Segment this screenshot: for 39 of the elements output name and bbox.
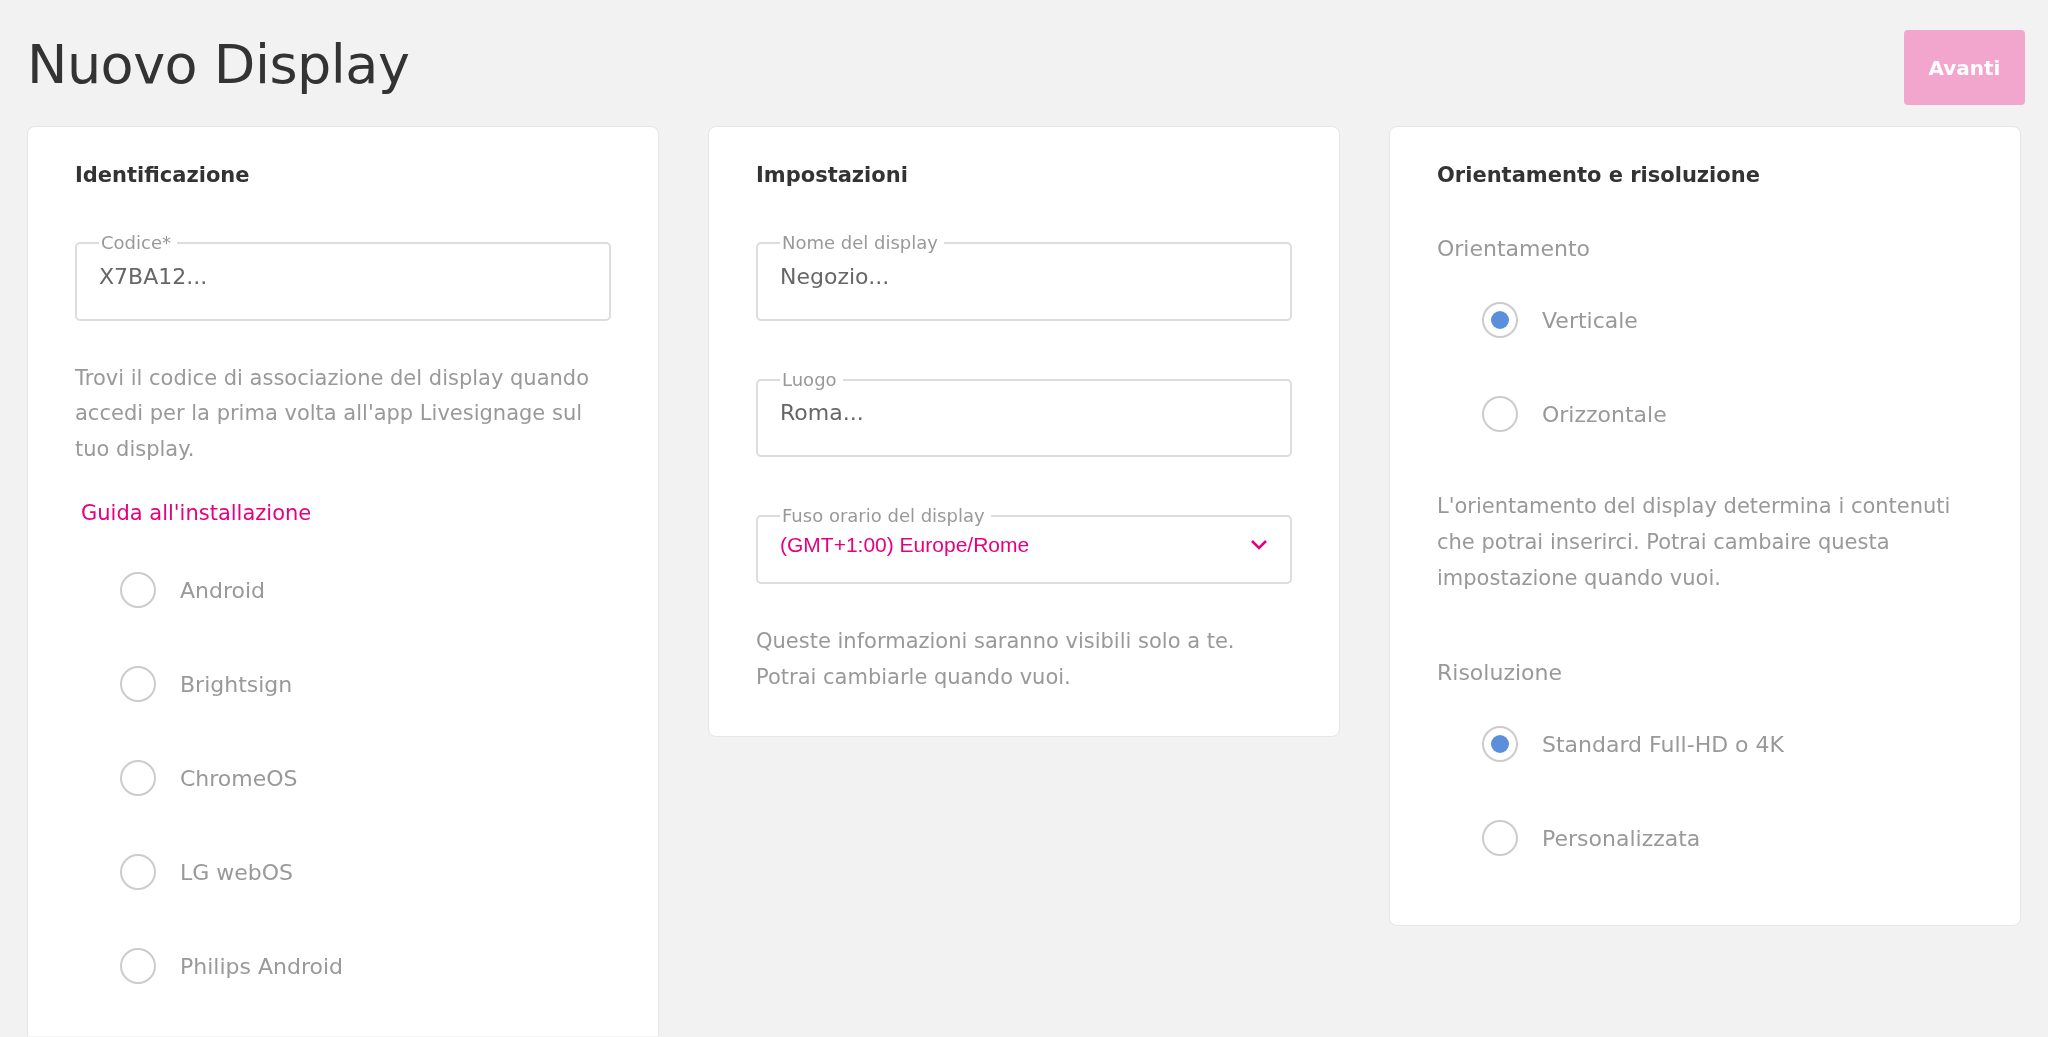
radio-button[interactable] (1482, 820, 1518, 857)
radio-button[interactable] (1482, 302, 1518, 339)
text-input[interactable]: Roma... (780, 392, 1268, 434)
option-label: Verticale (1542, 306, 1638, 335)
help-text: L'orientamento del display determina i contenuti che potrai inserirci. Potrai cambaire questa impostazione quando vuoi. (1437, 493, 1952, 592)
field-label: Luogo (781, 368, 838, 391)
text-field[interactable]: Nome del display Negozio... (756, 232, 1292, 321)
radio-button[interactable] (1482, 396, 1518, 433)
code-field[interactable]: Codice* X7BA12... (75, 232, 611, 321)
option-label: Android (180, 576, 266, 605)
option-label: ChromeOS (180, 764, 298, 793)
option-label: Brightsign (180, 670, 293, 699)
field-label: Nome del display (781, 232, 939, 254)
option-label: Orizzontale (1542, 400, 1667, 429)
radio-button[interactable] (120, 948, 156, 985)
card-title: Impostazioni (756, 163, 909, 189)
option-label: LG webOS (180, 858, 294, 887)
field-label: Codice* (100, 232, 172, 254)
option-label: Personalizzata (1542, 824, 1701, 853)
section-label: Orientamento (1437, 235, 1592, 264)
help-text: Trovi il codice di associazione del display quando accedi per la prima volta all'app Livesignage sul tuo display. (75, 364, 591, 464)
radio-button[interactable] (1482, 726, 1518, 763)
option-label: Philips Android (180, 952, 344, 981)
section-label: Risoluzione (1437, 659, 1563, 688)
page-title: Nuovo Display (27, 33, 410, 98)
chevron-down-icon (1250, 538, 1268, 551)
installation-guide-link[interactable]: Guida all'installazione (81, 497, 312, 530)
text-input[interactable]: Negozio... (780, 255, 1268, 297)
text-input[interactable]: X7BA12... (99, 255, 587, 297)
radio-button[interactable] (120, 854, 156, 891)
card-title: Orientamento e risoluzione (1437, 163, 1761, 189)
radio-button[interactable] (120, 760, 156, 797)
radio-button[interactable] (120, 572, 156, 609)
card-title: Identificazione (75, 163, 251, 189)
radio-button[interactable] (120, 666, 156, 703)
help-text: Queste informazioni saranno visibili solo a te. Potrai cambiarle quando vuoi. (756, 628, 1236, 692)
option-label: Standard Full-HD o 4K (1542, 730, 1784, 759)
field-label: Fuso orario del display (781, 505, 986, 527)
timezone-select[interactable]: Fuso orario del display (GMT+1:00) Europe/Rome (756, 505, 1292, 585)
